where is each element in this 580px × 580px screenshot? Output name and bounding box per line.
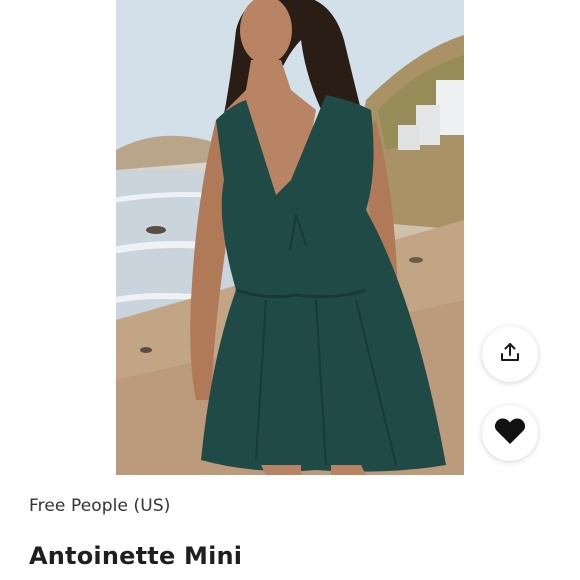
listing-page: Free People (US) Antoinette Mini — [0, 0, 580, 580]
product-title: Antoinette Mini — [29, 542, 243, 570]
heart-icon — [494, 417, 526, 449]
brand-name[interactable]: Free People (US) — [29, 496, 170, 516]
like-button[interactable] — [482, 405, 538, 461]
share-button[interactable] — [482, 326, 538, 382]
product-image[interactable] — [116, 0, 464, 475]
product-photo-illustration — [116, 0, 464, 475]
share-icon — [499, 341, 521, 367]
